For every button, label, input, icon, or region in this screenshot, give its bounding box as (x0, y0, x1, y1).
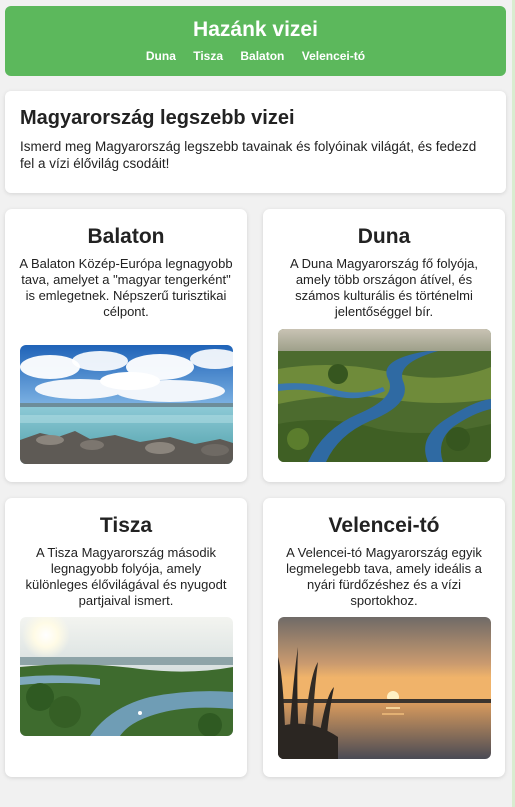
card-title: Velencei-tó (328, 514, 440, 537)
site-header: Hazánk vizei Duna Tisza Balaton Velencei… (5, 6, 506, 76)
main-nav: Duna Tisza Balaton Velencei-tó (5, 48, 506, 64)
card-text: A Duna Magyarország fő folyója, amely tö… (290, 256, 478, 319)
intro-title: Magyarország legszebb vizei (20, 107, 295, 129)
balaton-lake-image (20, 345, 233, 464)
site-title: Hazánk vizei (193, 18, 318, 41)
intro-text: Ismerd meg Magyarország legszebb tavaina… (20, 139, 477, 171)
nav-link-tisza[interactable]: Tisza (193, 49, 223, 63)
danube-aerial-image (278, 329, 491, 462)
nav-link-balaton[interactable]: Balaton (240, 49, 284, 63)
card-velencei-to: Velencei-tó A Velencei-tó Magyarország e… (263, 498, 505, 777)
card-duna: Duna A Duna Magyarország fő folyója, ame… (263, 209, 505, 482)
card-title: Balaton (87, 225, 165, 248)
card-text: A Tisza Magyarország második legnagyobb … (25, 545, 227, 608)
card-title: Tisza (99, 514, 153, 537)
nav-link-velencei-to[interactable]: Velencei-tó (302, 49, 365, 63)
card-tisza: Tisza A Tisza Magyarország második legna… (5, 498, 247, 777)
card-title: Duna (357, 225, 411, 248)
card-balaton: Balaton A Balaton Közép-Európa legnagyob… (5, 209, 247, 482)
tisza-river-image (20, 617, 233, 736)
velence-sunset-image (278, 617, 491, 759)
nav-link-duna[interactable]: Duna (146, 49, 176, 63)
card-text: A Velencei-tó Magyarország egyik legmele… (286, 545, 482, 608)
card-text: A Balaton Közép-Európa legnagyobb tava, … (19, 256, 233, 319)
intro-section: Magyarország legszebb vizei Ismerd meg M… (5, 91, 506, 193)
